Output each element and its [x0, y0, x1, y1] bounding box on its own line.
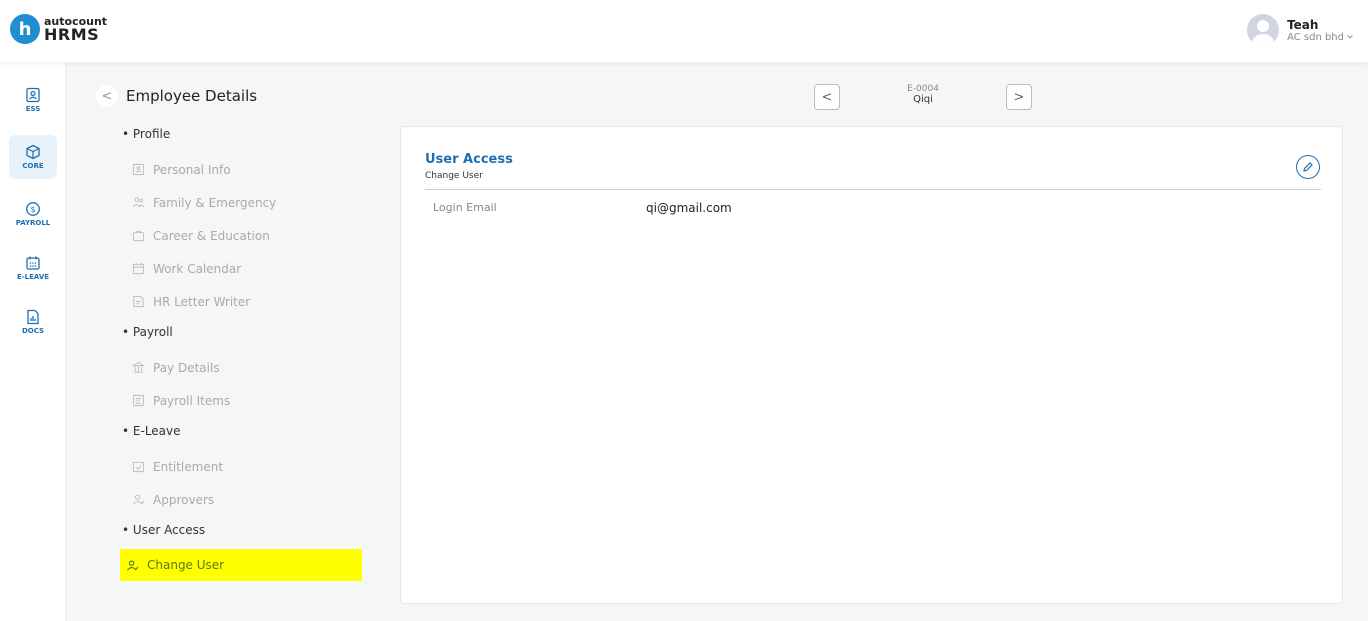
employee-section-nav: • Profile Personal Info Family & Emergen… — [118, 120, 364, 581]
employee-code: E-0004 — [907, 84, 939, 94]
nav-item-approvers[interactable]: Approvers — [118, 483, 364, 516]
previous-employee-button[interactable]: < — [814, 84, 840, 110]
user-check-icon — [126, 559, 139, 571]
nav-group-profile: • Profile — [122, 127, 171, 141]
divider — [425, 189, 1321, 190]
svg-text:$: $ — [30, 205, 35, 214]
rail-item-ess[interactable]: ESS — [9, 78, 57, 122]
nav-item-work-calendar[interactable]: Work Calendar — [118, 252, 364, 285]
nav-group-user-access: • User Access — [122, 523, 206, 537]
family-icon — [133, 197, 145, 208]
chevron-down-icon[interactable] — [1346, 33, 1354, 41]
rail-item-eleave[interactable]: E-LEAVE — [9, 246, 57, 290]
rail-label-core: CORE — [22, 162, 44, 170]
logo-mark: h — [10, 14, 40, 44]
user-menu[interactable]: Teah AC sdn bhd — [1247, 14, 1354, 46]
nav-item-change-user[interactable]: Change User — [120, 549, 362, 581]
nav-group-eleave: • E-Leave — [122, 424, 181, 438]
card-subtitle: Change User — [425, 171, 483, 181]
nav-item-career-education[interactable]: Career & Education — [118, 219, 364, 252]
edit-button[interactable] — [1296, 155, 1320, 179]
rail-label-docs: DOCS — [21, 327, 45, 335]
calendar-icon — [26, 256, 40, 270]
module-rail: ESS CORE $ PAYROLL E-LEAVE DOCS — [0, 62, 66, 621]
page-title: Employee Details — [126, 87, 258, 105]
briefcase-icon — [132, 230, 145, 242]
back-button[interactable]: < — [96, 85, 118, 107]
login-email-label: Login Email — [433, 201, 497, 214]
employee-pager: < E-0004 Qiqi > — [814, 84, 1032, 112]
logo-product: HRMS — [44, 24, 100, 44]
next-employee-button[interactable]: > — [1006, 84, 1032, 110]
avatar[interactable] — [1247, 14, 1280, 46]
app-logo[interactable]: h autocount HRMS — [10, 14, 107, 44]
app-header: h autocount HRMS Teah AC sdn bhd — [0, 0, 1368, 62]
payroll-icon: $ — [26, 202, 40, 216]
rail-item-payroll[interactable]: $ PAYROLL — [9, 192, 57, 236]
nav-item-personal-info[interactable]: Personal Info — [118, 153, 364, 186]
calendar-icon — [132, 262, 145, 275]
rail-item-core[interactable]: CORE — [9, 135, 57, 179]
company-name: AC sdn bhd — [1287, 31, 1344, 43]
card-title: User Access — [425, 152, 513, 167]
employee-name: Qiqi — [913, 94, 933, 105]
bank-icon — [132, 361, 145, 373]
pencil-icon — [1303, 162, 1313, 172]
nav-item-pay-details[interactable]: Pay Details — [118, 351, 364, 384]
docs-icon — [27, 309, 39, 325]
id-card-icon — [132, 163, 145, 176]
ess-icon — [26, 87, 40, 103]
nav-item-entitlement[interactable]: Entitlement — [118, 450, 364, 483]
approver-icon — [133, 494, 145, 505]
payroll-items-icon — [132, 394, 145, 407]
core-icon — [26, 144, 40, 160]
rail-label-ess: ESS — [25, 105, 41, 113]
rail-item-docs[interactable]: DOCS — [9, 300, 57, 344]
rail-label-eleave: E-LEAVE — [16, 273, 50, 281]
login-email-value: qi@gmail.com — [646, 201, 732, 215]
nav-item-family-emergency[interactable]: Family & Emergency — [118, 186, 364, 219]
letter-icon — [133, 295, 144, 308]
rail-label-payroll: PAYROLL — [15, 219, 51, 227]
user-access-card: User Access Change User Login Email qi@g… — [400, 126, 1343, 604]
page-header: < Employee Details — [96, 85, 257, 107]
nav-group-payroll: • Payroll — [122, 325, 173, 339]
user-name: Teah — [1287, 17, 1319, 32]
nav-item-hr-letter-writer[interactable]: HR Letter Writer — [118, 285, 364, 318]
nav-item-payroll-items[interactable]: Payroll Items — [118, 384, 364, 417]
calendar-check-icon — [132, 461, 145, 473]
